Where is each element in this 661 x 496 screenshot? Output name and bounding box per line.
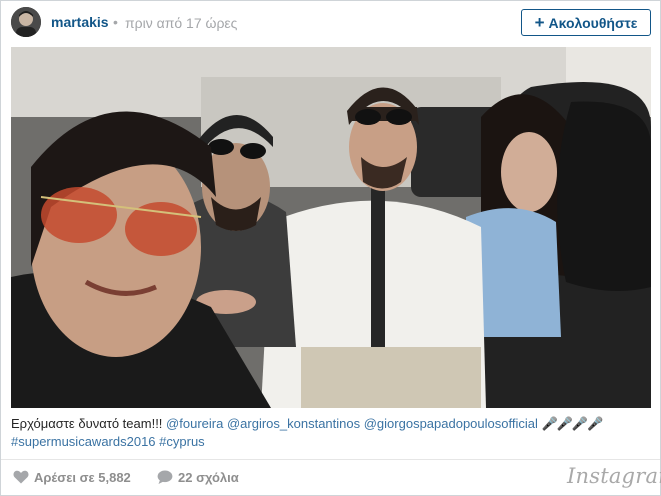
mention-link[interactable]: @giorgospapadopoulosofficial [364, 416, 538, 431]
heart-icon[interactable] [13, 470, 29, 484]
separator-dot: • [113, 14, 118, 30]
post-timestamp[interactable]: πριν από 17 ώρες [125, 15, 237, 31]
username-link[interactable]: martakis [51, 14, 109, 30]
hashtag-link[interactable]: #cyprus [159, 434, 205, 449]
avatar[interactable] [11, 7, 41, 37]
follow-label: Ακολουθήστε [548, 14, 638, 31]
post-caption: Ερχόμαστε δυνατό team!!! @foureira @argi… [11, 415, 651, 451]
plus-icon: + [534, 13, 545, 32]
comment-icon[interactable] [157, 470, 173, 484]
mention-link[interactable]: @argiros_konstantinos [227, 416, 360, 431]
microphone-emojis: 🎤🎤🎤🎤 [541, 416, 604, 431]
instagram-logo[interactable]: Instagram [567, 464, 661, 488]
post-footer: Αρέσει σε 5,882 22 σχόλια Instagram [1, 460, 661, 495]
comments-count[interactable]: 22 σχόλια [178, 470, 239, 485]
caption-text: Ερχόμαστε δυνατό team!!! [11, 416, 163, 431]
instagram-post-card: martakis • πριν από 17 ώρες + Ακολουθήστ… [0, 0, 661, 496]
follow-button[interactable]: + Ακολουθήστε [521, 9, 651, 36]
post-header: martakis • πριν από 17 ώρες + Ακολουθήστ… [1, 1, 660, 45]
likes-count[interactable]: Αρέσει σε 5,882 [34, 470, 131, 485]
post-photo[interactable] [11, 47, 651, 408]
mention-link[interactable]: @foureira [166, 416, 223, 431]
hashtag-link[interactable]: #supermusicawards2016 [11, 434, 156, 449]
